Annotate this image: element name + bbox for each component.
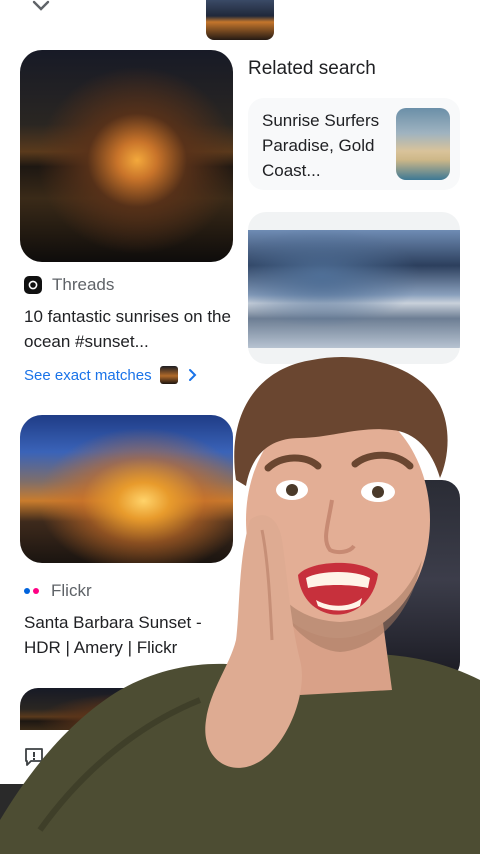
feedback-label: Did: [57, 748, 80, 766]
source-name-2: Flickr: [51, 581, 92, 600]
related-search-text: Sunrise Surfers Paradise, Gold Coast...: [262, 111, 380, 180]
result-image-right-1: [248, 230, 460, 348]
bottom-bar: [0, 784, 480, 854]
flickr-logo-icon: [24, 588, 39, 594]
source-row-2: Flickr: [24, 580, 92, 602]
see-exact-matches[interactable]: See exact matches: [24, 364, 200, 386]
chevron-right-icon: [188, 369, 196, 381]
related-search-thumb: [396, 108, 450, 180]
result-image-1[interactable]: [20, 50, 233, 262]
source-row-1: Threads: [24, 274, 114, 296]
related-search-chip[interactable]: Sunrise Surfers Paradise, Gold Coast...: [248, 98, 460, 190]
creator-hair: [234, 357, 448, 486]
result-title-2[interactable]: Santa Barbara Sunset - HDR | Amery | Fli…: [24, 610, 229, 660]
result-card-right-1[interactable]: [248, 212, 460, 364]
threads-logo-icon: [24, 276, 42, 294]
feedback-icon: [25, 748, 43, 766]
result-image-2[interactable]: [20, 415, 233, 563]
feedback-row[interactable]: Did: [0, 730, 200, 784]
see-exact-matches-label: See exact matches: [24, 366, 152, 384]
collapse-button[interactable]: [30, 0, 56, 14]
exact-match-thumb: [159, 366, 178, 384]
top-thumbnail[interactable]: [206, 0, 274, 40]
result-title-1[interactable]: 10 fantastic sunrises on the ocean #suns…: [24, 304, 236, 354]
chevron-down-icon: [32, 0, 50, 11]
result-image-right-2[interactable]: [360, 480, 460, 680]
related-search-heading: Related search: [248, 58, 376, 79]
source-name-1: Threads: [52, 275, 115, 294]
